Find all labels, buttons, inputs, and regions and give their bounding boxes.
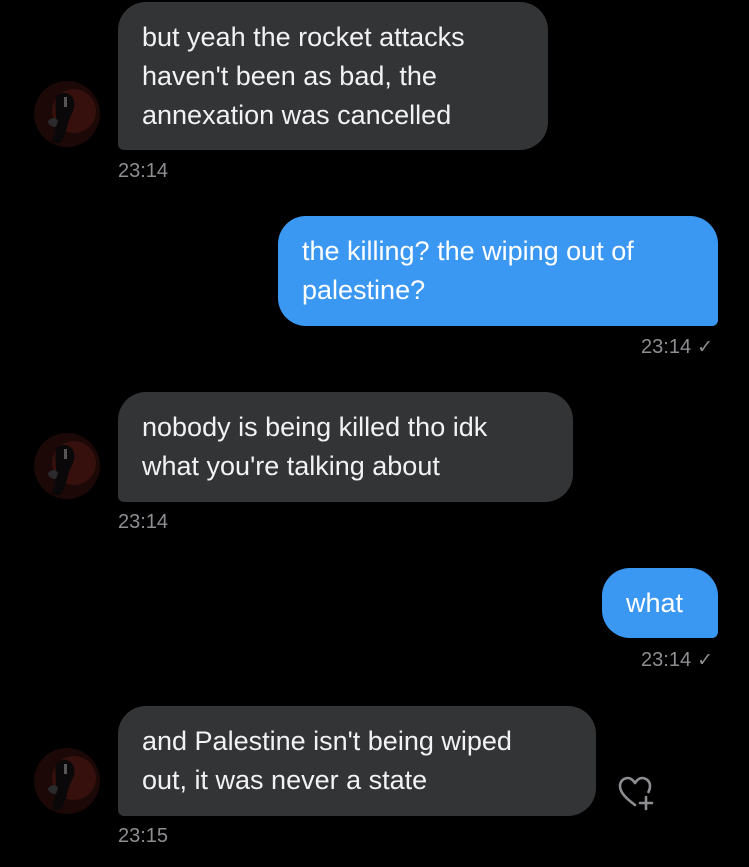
message-text-line: what — [626, 588, 684, 618]
heart-add-icon[interactable] — [614, 771, 656, 813]
avatar-image — [34, 81, 100, 147]
incoming-message-bubble[interactable]: and Palestine isn't being wiped out, it … — [118, 706, 596, 816]
sender-avatar[interactable] — [34, 81, 100, 147]
message-timestamp: 23:14 — [641, 336, 692, 358]
incoming-message-bubble[interactable]: nobody is being killed tho idk what you'… — [118, 392, 573, 502]
sender-avatar[interactable] — [34, 433, 100, 499]
message-timestamp: 23:15 — [118, 825, 169, 847]
message-timestamp: 23:14 — [641, 649, 692, 671]
message-text-line: the killing? the wiping out of — [302, 236, 634, 266]
check-icon: ✓ — [697, 337, 713, 358]
outgoing-message-bubble[interactable]: what — [602, 568, 718, 638]
message-text-line: annexation was cancelled — [142, 100, 452, 130]
message-text-line: out, it was never a state — [142, 765, 428, 795]
message-timestamp-row: 23:14 ✓ — [641, 336, 713, 359]
sender-avatar[interactable] — [34, 748, 100, 814]
message-text-line: and Palestine isn't being wiped — [142, 726, 512, 756]
outgoing-message-bubble[interactable]: the killing? the wiping out of palestine… — [278, 216, 718, 326]
message-text-line: palestine? — [302, 275, 426, 305]
message-text-line: nobody is being killed tho idk — [142, 412, 488, 442]
avatar-image — [34, 748, 100, 814]
message-text-line: what you're talking about — [142, 451, 440, 481]
check-icon: ✓ — [697, 650, 713, 671]
message-timestamp: 23:14 — [118, 160, 169, 182]
message-text-line: haven't been as bad, the — [142, 61, 437, 91]
message-timestamp-row: 23:14 ✓ — [641, 649, 713, 672]
message-timestamp: 23:14 — [118, 511, 169, 533]
message-text-line: but yeah the rocket attacks — [142, 22, 465, 52]
avatar-image — [34, 433, 100, 499]
incoming-message-bubble[interactable]: but yeah the rocket attacks haven't been… — [118, 2, 548, 150]
